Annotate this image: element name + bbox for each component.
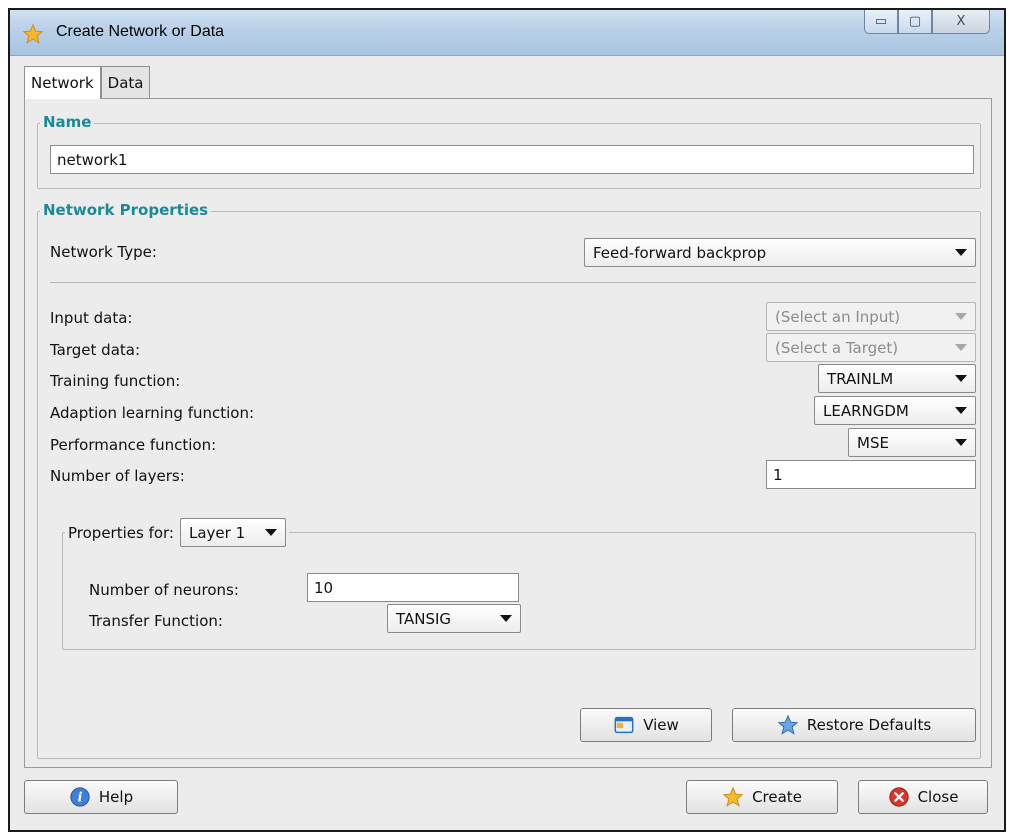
window-icon [614,716,634,734]
close-button[interactable]: Close [858,780,988,814]
minimize-button[interactable]: ▭ [864,10,898,34]
name-group-legend: Name [40,113,95,131]
svg-text:i: i [77,791,82,806]
adaption-function-select[interactable]: LEARNGDM [814,396,976,425]
maximize-button[interactable]: ▢ [898,10,932,34]
network-name-input[interactable] [50,145,974,174]
network-type-label: Network Type: [50,243,157,261]
network-type-select[interactable]: Feed-forward backprop [584,238,976,267]
chevron-down-icon [265,529,277,536]
properties-separator [50,282,976,283]
training-function-value: TRAINLM [827,369,894,388]
close-icon [888,787,909,807]
close-icon: X [956,14,966,29]
view-button[interactable]: View [580,708,712,742]
chevron-down-icon [955,439,967,446]
help-button-label: Help [98,788,134,806]
num-layers-label: Number of layers: [50,467,185,485]
transfer-function-select[interactable]: TANSIG [387,604,521,633]
name-group: Name [37,113,981,189]
layer-properties-group: Properties for: Layer 1 Number of neuron… [62,518,976,650]
create-button-label: Create [752,788,802,806]
input-data-value: (Select an Input) [775,307,901,326]
tab-strip: Network Data [24,66,151,99]
chevron-down-icon [500,615,512,622]
network-properties-group: Network Properties Network Type: Feed-fo… [37,201,981,759]
maximize-icon: ▢ [908,14,922,29]
close-window-button[interactable]: X [932,10,990,34]
adaption-function-value: LEARNGDM [823,401,909,420]
info-icon: i [70,787,90,807]
tab-data[interactable]: Data [100,66,151,98]
input-data-select[interactable]: (Select an Input) [766,302,976,331]
network-properties-legend: Network Properties [40,201,212,219]
layer-properties-legend: Properties for: Layer 1 [65,518,289,547]
num-neurons-label: Number of neurons: [89,581,239,599]
window-controls: ▭ ▢ X [864,10,990,40]
num-neurons-input[interactable] [307,573,519,602]
layer-select[interactable]: Layer 1 [180,518,286,547]
performance-function-select[interactable]: MSE [848,428,976,457]
chevron-down-icon [955,313,967,320]
num-layers-input[interactable] [766,460,976,489]
chevron-down-icon [955,344,967,351]
chevron-down-icon [955,375,967,382]
properties-for-label: Properties for: [68,523,174,542]
training-function-select[interactable]: TRAINLM [818,364,976,393]
chevron-down-icon [955,407,967,414]
window-title: Create Network or Data [56,23,225,40]
minimize-icon: ▭ [874,14,888,29]
title-bar[interactable]: Create Network or Data ▭ ▢ X [10,10,1004,56]
chevron-down-icon [955,249,967,256]
network-type-value: Feed-forward backprop [593,243,767,262]
input-data-label: Input data: [50,309,133,327]
star-icon [722,786,744,807]
close-button-label: Close [917,788,959,806]
training-function-label: Training function: [50,372,181,390]
target-data-label: Target data: [50,341,141,359]
network-tab-panel: Name Network Properties Network Type: Fe… [24,98,992,768]
tab-network[interactable]: Network [24,66,101,99]
transfer-function-label: Transfer Function: [89,612,223,630]
star-icon [22,23,44,44]
performance-function-value: MSE [857,433,889,452]
dialog-window: Create Network or Data ▭ ▢ X Network Dat… [8,8,1006,832]
restore-defaults-button[interactable]: Restore Defaults [732,708,976,742]
create-button[interactable]: Create [686,780,838,814]
star-icon [777,714,799,735]
view-button-label: View [643,716,679,734]
performance-function-label: Performance function: [50,436,217,454]
target-data-value: (Select a Target) [775,338,899,357]
adaption-function-label: Adaption learning function: [50,404,255,422]
transfer-function-value: TANSIG [396,609,452,628]
restore-defaults-label: Restore Defaults [806,716,932,734]
help-button[interactable]: i Help [24,780,178,814]
layer-select-value: Layer 1 [189,523,246,542]
target-data-select[interactable]: (Select a Target) [766,333,976,362]
